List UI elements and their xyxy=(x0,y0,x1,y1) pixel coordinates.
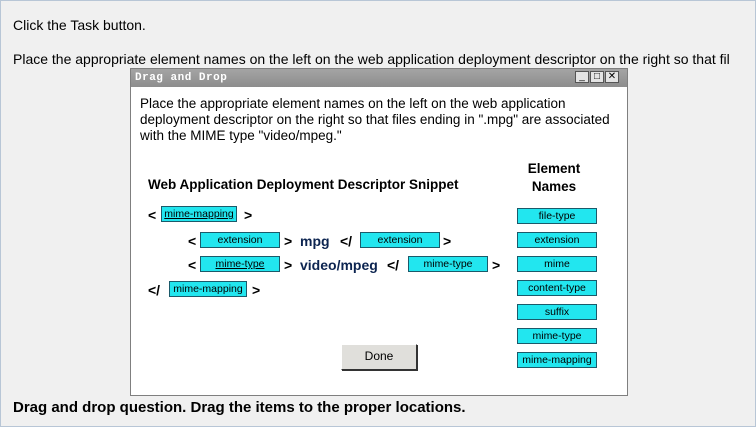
element-name-mime-type[interactable]: mime-type xyxy=(517,328,597,344)
snippet-heading: Web Application Deployment Descriptor Sn… xyxy=(148,177,459,192)
element-name-mime-mapping[interactable]: mime-mapping xyxy=(517,352,597,368)
drop-slot-label: extension xyxy=(377,234,423,246)
extension-value: mpg xyxy=(300,233,330,249)
close-tag-bracket: </ xyxy=(148,282,161,298)
drop-slot-label: mime-mapping xyxy=(164,208,234,220)
drop-slot-label: extension xyxy=(217,234,263,246)
element-name-mime[interactable]: mime xyxy=(517,256,597,272)
drop-slot-mime-mapping-open[interactable]: mime-mapping xyxy=(161,206,237,222)
element-names-heading: Element Names xyxy=(527,161,581,194)
close-bracket: > xyxy=(443,233,452,249)
element-name-extension[interactable]: extension xyxy=(517,232,597,248)
mime-type-value: video/mpeg xyxy=(300,257,378,273)
open-bracket: < xyxy=(188,257,197,273)
drop-slot-label: mime-type xyxy=(215,258,265,270)
close-tag-bracket: </ xyxy=(387,257,400,273)
close-bracket: > xyxy=(244,207,253,223)
drop-slot-extension-close[interactable]: extension xyxy=(360,232,440,248)
dialog-titlebar[interactable]: Drag and Drop _ □ ✕ xyxy=(131,69,627,87)
close-tag-bracket: </ xyxy=(340,233,353,249)
drop-slot-mime-type-open[interactable]: mime-type xyxy=(200,256,280,272)
minimize-icon[interactable]: _ xyxy=(575,71,589,83)
question-text: Place the appropriate element names on t… xyxy=(13,51,730,67)
element-name-content-type[interactable]: content-type xyxy=(517,280,597,296)
drag-drop-dialog: Drag and Drop _ □ ✕ Place the appropriat… xyxy=(130,68,628,396)
drop-slot-mime-mapping-close[interactable]: mime-mapping xyxy=(169,281,247,297)
close-icon[interactable]: ✕ xyxy=(605,71,619,83)
drop-slot-mime-type-close[interactable]: mime-type xyxy=(408,256,488,272)
close-bracket: > xyxy=(284,257,293,273)
element-name-suffix[interactable]: suffix xyxy=(517,304,597,320)
dialog-instruction: Place the appropriate element names on t… xyxy=(140,96,610,143)
open-bracket: < xyxy=(148,207,157,223)
close-bracket: > xyxy=(492,257,501,273)
close-bracket: > xyxy=(284,233,293,249)
drop-slot-extension-open[interactable]: extension xyxy=(200,232,280,248)
open-bracket: < xyxy=(188,233,197,249)
close-bracket: > xyxy=(252,282,261,298)
question-footer: Drag and drop question. Drag the items t… xyxy=(13,399,466,416)
maximize-icon[interactable]: □ xyxy=(590,71,604,83)
element-name-file-type[interactable]: file-type xyxy=(517,208,597,224)
task-instruction: Click the Task button. xyxy=(13,17,146,33)
done-button[interactable]: Done xyxy=(341,344,417,370)
dialog-title: Drag and Drop xyxy=(135,72,228,84)
drop-slot-label: mime-mapping xyxy=(173,283,243,295)
drop-slot-label: mime-type xyxy=(423,258,473,270)
